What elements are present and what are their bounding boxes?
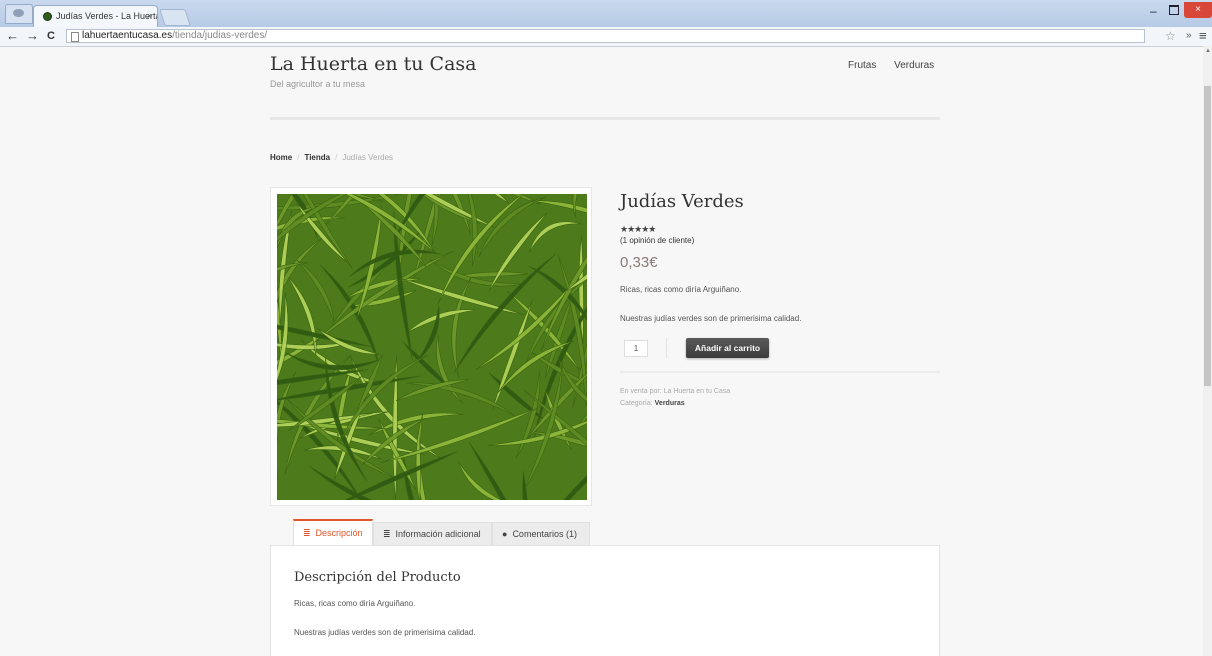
rating-stars-icon: ★★★★★ bbox=[620, 224, 656, 234]
category-info: Categoría: Verduras bbox=[620, 400, 685, 407]
profile-icon[interactable] bbox=[5, 4, 33, 24]
product-image[interactable] bbox=[277, 194, 587, 500]
product-image-frame bbox=[270, 187, 592, 506]
description-paragraph-1: Ricas, ricas como diría Arguiñano. bbox=[294, 599, 416, 608]
address-bar[interactable]: lahuertaentucasa.es/tienda/judias-verdes… bbox=[66, 29, 1145, 43]
extensions-icon[interactable]: » bbox=[1186, 29, 1192, 43]
site-title[interactable]: La Huerta en tu Casa bbox=[270, 53, 477, 75]
short-description-1: Ricas, ricas como diría Arguiñano. bbox=[620, 285, 742, 294]
green-beans-photo bbox=[277, 194, 587, 500]
maximize-icon[interactable] bbox=[1169, 5, 1179, 15]
list-icon: ≣ bbox=[383, 529, 391, 539]
tab-informacion-adicional[interactable]: ≣ Información adicional bbox=[373, 522, 492, 545]
tab-title: Judías Verdes - La Huerta bbox=[56, 11, 158, 21]
review-link[interactable]: (1 opinión de cliente) bbox=[620, 236, 694, 245]
breadcrumb-separator: / bbox=[335, 153, 338, 162]
category-label: Categoría: bbox=[620, 400, 653, 407]
nav-item-verduras[interactable]: Verduras bbox=[894, 60, 934, 71]
category-link[interactable]: Verduras bbox=[655, 400, 685, 407]
tab-label: Información adicional bbox=[395, 529, 481, 539]
scroll-up-arrow-icon[interactable]: ▲ bbox=[1205, 48, 1211, 54]
site-favicon-icon bbox=[43, 12, 52, 21]
header-divider bbox=[270, 117, 940, 120]
breadcrumb-home[interactable]: Home bbox=[270, 153, 292, 162]
tab-descripcion[interactable]: ≣ Descripción bbox=[293, 519, 373, 545]
url-host: lahuertaentucasa.es bbox=[82, 30, 173, 41]
minimize-icon[interactable]: – bbox=[1150, 5, 1157, 17]
add-to-cart-button[interactable]: Añadir al carrito bbox=[686, 338, 769, 358]
main-nav: Frutas Verduras bbox=[848, 60, 934, 71]
bookmark-star-icon[interactable]: ☆ bbox=[1165, 28, 1176, 44]
page-icon bbox=[71, 32, 79, 42]
browser-titlebar: Judías Verdes - La Huerta × – × bbox=[0, 0, 1212, 27]
product-title: Judías Verdes bbox=[620, 191, 744, 212]
short-description-2: Nuestras judías verdes son de primerisim… bbox=[620, 314, 802, 323]
meta-divider bbox=[620, 371, 940, 373]
new-tab-button[interactable] bbox=[159, 9, 191, 26]
tab-close-icon[interactable]: × bbox=[147, 6, 152, 26]
list-icon: ≣ bbox=[303, 528, 311, 538]
browser-tab[interactable]: Judías Verdes - La Huerta × bbox=[33, 5, 158, 27]
tab-label: Descripción bbox=[315, 528, 363, 538]
tab-comentarios[interactable]: ● Comentarios (1) bbox=[492, 522, 590, 545]
breadcrumb: Home / Tienda / Judías Verdes bbox=[270, 153, 393, 162]
forward-arrow-icon[interactable]: → bbox=[26, 28, 39, 44]
url-path: /tienda/judias-verdes/ bbox=[172, 30, 268, 41]
description-title: Descripción del Producto bbox=[294, 570, 461, 585]
reload-icon[interactable]: C bbox=[47, 28, 55, 44]
back-arrow-icon[interactable]: ← bbox=[6, 28, 19, 44]
quantity-divider bbox=[666, 338, 667, 358]
scrollbar-thumb[interactable] bbox=[1204, 86, 1211, 386]
quantity-input[interactable]: 1 bbox=[624, 340, 648, 357]
seller-name[interactable]: La Huerta en tu Casa bbox=[664, 388, 731, 395]
product-price: 0,33€ bbox=[620, 254, 658, 271]
nav-item-frutas[interactable]: Frutas bbox=[848, 60, 876, 71]
description-paragraph-2: Nuestras judías verdes son de primerisim… bbox=[294, 628, 476, 637]
tab-label: Comentarios (1) bbox=[512, 529, 577, 539]
seller-info: En venta por: La Huerta en tu Casa bbox=[620, 388, 730, 395]
seller-label: En venta por: bbox=[620, 388, 662, 395]
comment-icon: ● bbox=[502, 529, 508, 539]
window-close-icon[interactable]: × bbox=[1184, 2, 1212, 18]
breadcrumb-current: Judías Verdes bbox=[342, 153, 394, 162]
browser-toolbar: ← → C lahuertaentucasa.es/tienda/judias-… bbox=[0, 27, 1212, 47]
breadcrumb-separator: / bbox=[297, 153, 300, 162]
breadcrumb-shop[interactable]: Tienda bbox=[304, 153, 330, 162]
site-tagline: Del agricultor a tu mesa bbox=[270, 79, 366, 89]
menu-icon[interactable]: ≡ bbox=[1199, 28, 1207, 44]
